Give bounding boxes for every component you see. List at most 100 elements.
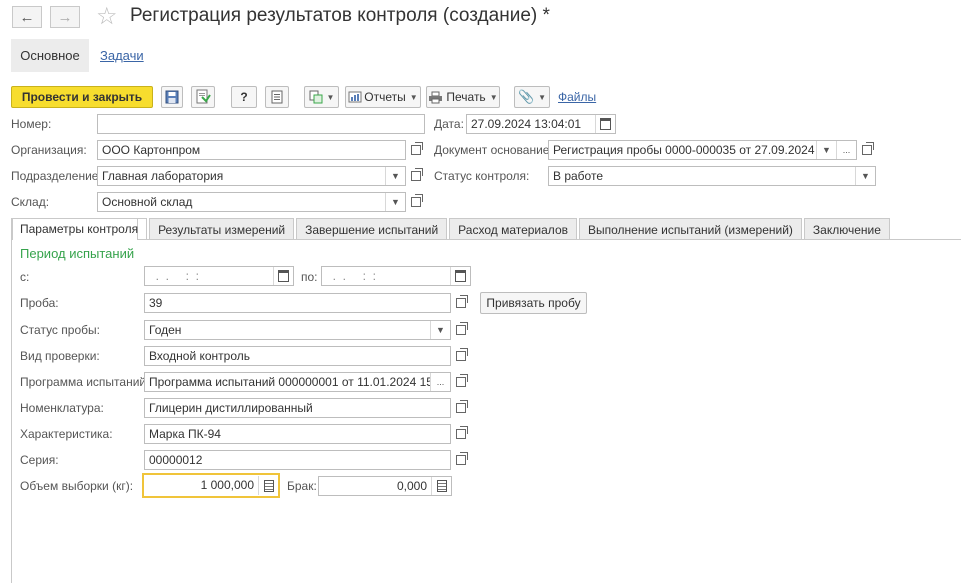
tab-test-execution[interactable]: Выполнение испытаний (измерений)	[579, 218, 802, 240]
period-to-label: по:	[301, 270, 318, 284]
warehouse-field[interactable]: Основной склад ▼	[97, 192, 406, 212]
paperclip-icon: 📎	[517, 89, 535, 104]
reports-menu-button[interactable]: Отчеты ▼	[345, 86, 421, 108]
sample-status-label: Статус пробы:	[20, 323, 100, 337]
open-warehouse-button[interactable]	[407, 193, 425, 211]
control-status-dropdown-button[interactable]: ▼	[855, 167, 875, 185]
defect-field[interactable]: 0,000	[318, 476, 452, 496]
test-program-value: Программа испытаний 000000001 от 11.01.2…	[149, 375, 451, 389]
open-test-program-button[interactable]	[452, 373, 470, 391]
warehouse-dropdown-button[interactable]: ▼	[385, 193, 405, 211]
open-series-button[interactable]	[452, 451, 470, 469]
defect-calculator-button[interactable]	[431, 477, 451, 495]
period-to-calendar-button[interactable]	[450, 267, 470, 285]
organization-field[interactable]: ООО Картонпром	[97, 140, 406, 160]
open-icon	[862, 142, 874, 155]
bind-sample-button[interactable]: Привязать пробу	[480, 292, 587, 314]
warehouse-label: Склад:	[11, 195, 50, 209]
forward-button[interactable]: →	[50, 6, 80, 28]
section-main[interactable]: Основное	[11, 39, 89, 72]
basis-doc-field[interactable]: Регистрация пробы 0000-000035 от 27.09.2…	[548, 140, 857, 160]
open-icon	[456, 348, 468, 361]
sample-field[interactable]: 39	[144, 293, 451, 313]
open-sample-status-button[interactable]	[452, 321, 470, 339]
section-tasks[interactable]: Задачи	[100, 39, 144, 72]
test-period-group-title: Период испытаний	[20, 246, 135, 261]
open-department-button[interactable]	[407, 167, 425, 185]
sample-status-value: Годен	[149, 323, 182, 337]
print-menu-button[interactable]: Печать ▼	[426, 86, 500, 108]
basis-doc-label: Документ основание:	[434, 143, 553, 157]
tab-material-consumption[interactable]: Расход материалов	[449, 218, 577, 240]
characteristic-field[interactable]: Марка ПК-94	[144, 424, 451, 444]
save-button[interactable]	[161, 86, 183, 108]
panel-border	[11, 239, 12, 583]
nomenclature-field[interactable]: Глицерин дистиллированный	[144, 398, 451, 418]
tab-control-params-label: Параметры контроля	[20, 222, 139, 236]
warehouse-value: Основной склад	[102, 195, 193, 209]
post-document-icon	[196, 89, 211, 104]
open-check-type-button[interactable]	[452, 347, 470, 365]
tab-test-completion[interactable]: Завершение испытаний	[296, 218, 448, 240]
chevron-down-icon: ▼	[409, 92, 418, 102]
control-status-value: В работе	[553, 169, 604, 183]
open-sample-button[interactable]	[452, 294, 470, 312]
period-from-field[interactable]: . . : :	[144, 266, 294, 286]
floppy-icon	[165, 90, 179, 104]
department-field[interactable]: Главная лаборатория ▼	[97, 166, 406, 186]
calculator-icon	[263, 479, 274, 492]
basis-dropdown-button[interactable]: ▼	[816, 141, 836, 159]
sample-label: Проба:	[20, 296, 59, 310]
nomenclature-label: Номенклатура:	[20, 401, 104, 415]
open-basis-doc-button[interactable]	[858, 141, 876, 159]
organization-label: Организация:	[11, 143, 87, 157]
period-to-field[interactable]: . . : :	[321, 266, 471, 286]
list-button[interactable]	[265, 86, 289, 108]
date-field[interactable]: 27.09.2024 13:04:01	[466, 114, 616, 134]
open-icon	[456, 400, 468, 413]
chevron-down-icon: ▼	[861, 171, 870, 181]
basis-doc-value: Регистрация пробы 0000-000035 от 27.09.2…	[553, 143, 842, 157]
sample-volume-field[interactable]: 1 000,000	[142, 473, 280, 498]
test-program-select-button[interactable]: ...	[430, 373, 450, 391]
check-type-field[interactable]: Входной контроль	[144, 346, 451, 366]
characteristic-label: Характеристика:	[20, 427, 113, 441]
open-characteristic-button[interactable]	[452, 425, 470, 443]
arrow-right-icon: →	[57, 8, 73, 26]
ellipsis-icon: ...	[842, 145, 851, 155]
chevron-down-icon: ▼	[391, 171, 400, 181]
create-based-on-button[interactable]: ▼	[304, 86, 339, 108]
sample-volume-calculator-button[interactable]	[258, 476, 278, 495]
tab-measurement-results[interactable]: Результаты измерений	[149, 218, 295, 240]
tab-divider	[11, 239, 961, 240]
open-icon	[456, 374, 468, 387]
period-to-value: . . : :	[326, 269, 377, 283]
number-field[interactable]	[97, 114, 425, 134]
number-label: Номер:	[11, 117, 52, 131]
open-organization-button[interactable]	[407, 141, 425, 159]
document-list-icon	[271, 90, 283, 104]
period-from-calendar-button[interactable]	[273, 267, 293, 285]
department-dropdown-button[interactable]: ▼	[385, 167, 405, 185]
sample-status-field[interactable]: Годен ▼	[144, 320, 451, 340]
chevron-down-icon: ▼	[326, 92, 335, 102]
files-link[interactable]: Файлы	[558, 90, 596, 104]
post-button[interactable]	[191, 86, 215, 108]
basis-select-button[interactable]: ...	[836, 141, 856, 159]
tab-conclusion[interactable]: Заключение	[803, 218, 890, 240]
print-label: Печать	[446, 90, 486, 104]
test-program-field[interactable]: Программа испытаний 000000001 от 11.01.2…	[144, 372, 451, 392]
help-button[interactable]: ?	[231, 86, 257, 108]
calculator-icon	[436, 480, 447, 492]
control-status-field[interactable]: В работе ▼	[548, 166, 876, 186]
calendar-icon	[600, 118, 611, 130]
attachments-button[interactable]: 📎 ▼	[514, 86, 550, 108]
back-button[interactable]: ←	[12, 6, 42, 28]
favorite-star-icon[interactable]: ☆	[96, 3, 118, 31]
reports-label: Отчеты	[364, 90, 406, 104]
calendar-button[interactable]	[595, 115, 615, 133]
series-field[interactable]: 00000012	[144, 450, 451, 470]
post-and-close-button[interactable]: Провести и закрыть	[11, 86, 153, 108]
sample-status-dropdown-button[interactable]: ▼	[430, 321, 450, 339]
open-nomenclature-button[interactable]	[452, 399, 470, 417]
